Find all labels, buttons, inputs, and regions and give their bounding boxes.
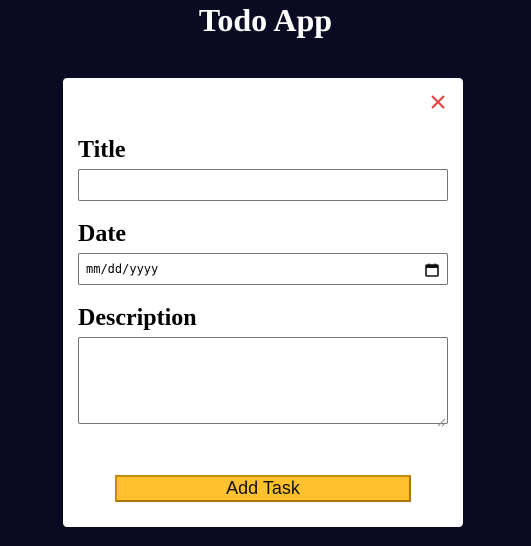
add-task-modal: Title Date mm/dd/yyyy Description Add Ta… xyxy=(63,78,463,527)
resize-handle-icon[interactable] xyxy=(436,412,446,427)
app-title: Todo App xyxy=(198,2,333,38)
calendar-icon[interactable] xyxy=(425,262,439,277)
description-label: Description xyxy=(78,305,197,331)
close-icon[interactable] xyxy=(429,93,447,111)
title-label: Title xyxy=(78,137,126,163)
title-input[interactable] xyxy=(78,169,448,201)
description-textarea[interactable] xyxy=(78,337,448,427)
date-label: Date xyxy=(78,221,126,247)
date-input[interactable]: mm/dd/yyyy xyxy=(78,253,448,285)
date-placeholder: mm/dd/yyyy xyxy=(86,262,159,276)
add-task-button[interactable]: Add Task xyxy=(115,475,411,502)
